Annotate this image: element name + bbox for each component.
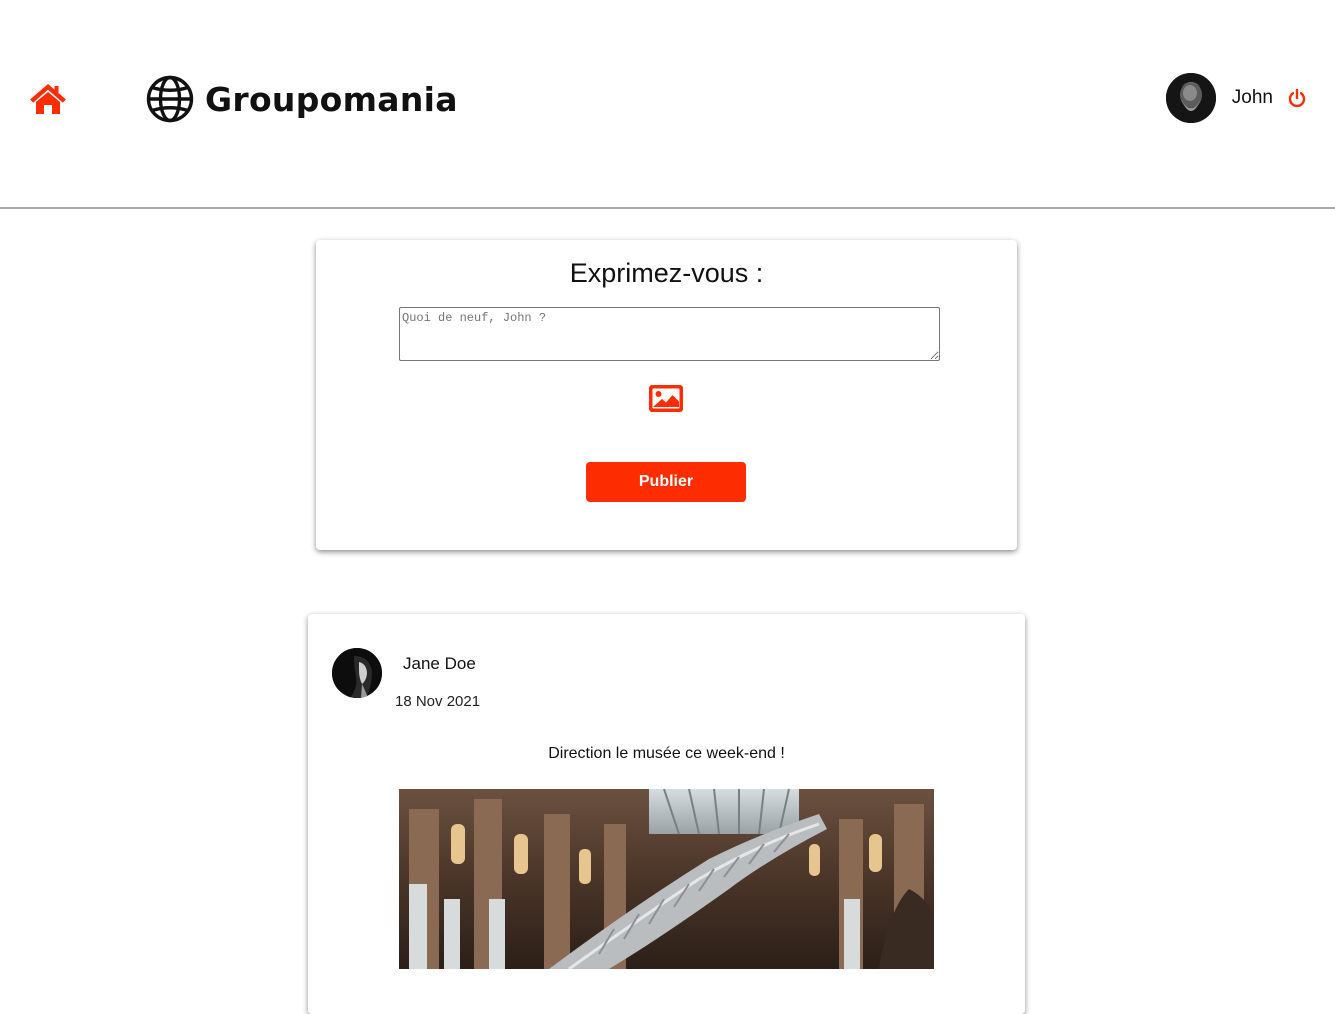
add-image-button[interactable] — [649, 385, 683, 412]
user-menu: John — [1165, 73, 1307, 123]
globe-icon — [146, 75, 194, 123]
brand-logo: Groupomania — [146, 74, 458, 124]
home-icon — [30, 84, 66, 114]
logout-button[interactable] — [1287, 88, 1307, 108]
post-text: Direction le musée ce week-end ! — [548, 745, 785, 762]
post-image — [399, 789, 934, 969]
publish-button[interactable]: Publier — [586, 462, 746, 502]
power-icon — [1288, 88, 1306, 108]
post-author[interactable]: Jane Doe — [403, 654, 476, 674]
home-link[interactable] — [29, 82, 67, 116]
user-name: John — [1231, 87, 1273, 108]
post-text-input[interactable] — [399, 307, 940, 361]
post-composer: Exprimez-vous : Publier — [316, 240, 1017, 550]
post-card: Jane Doe 18 Nov 2021 Direction le musée … — [308, 614, 1025, 1014]
top-header: Groupomania John — [0, 0, 1335, 209]
image-icon — [649, 385, 683, 412]
author-avatar[interactable] — [332, 648, 382, 698]
user-avatar[interactable] — [1165, 73, 1216, 123]
brand-name: Groupomania — [205, 79, 458, 119]
composer-title: Exprimez-vous : — [569, 258, 764, 288]
post-date: 18 Nov 2021 — [395, 693, 481, 710]
